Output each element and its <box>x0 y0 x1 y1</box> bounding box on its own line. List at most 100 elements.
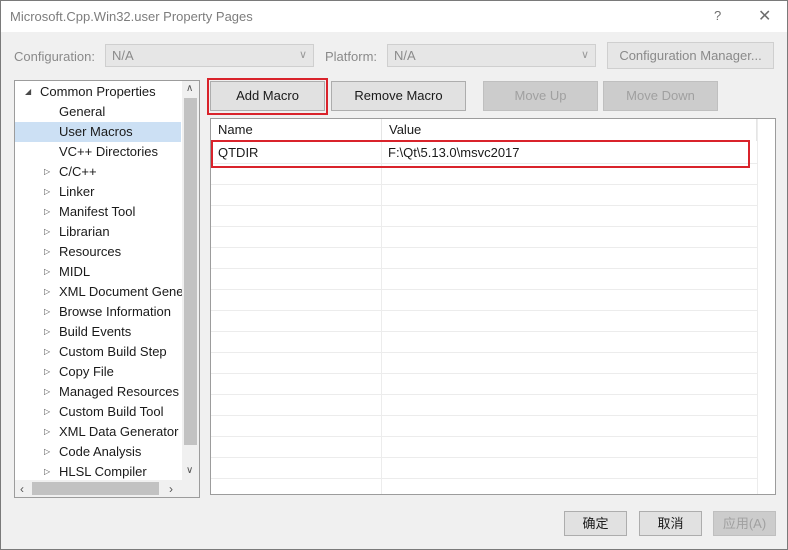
tree-item[interactable]: ▷ MIDL <box>15 262 181 282</box>
table-row[interactable] <box>211 185 757 206</box>
tree-item[interactable]: ▷ Custom Build Tool <box>15 402 181 422</box>
collapsed-arrow-icon[interactable]: ▷ <box>44 282 50 302</box>
tree-item[interactable]: ▷ Librarian <box>15 222 181 242</box>
collapsed-arrow-icon[interactable]: ▷ <box>44 362 50 382</box>
tree-item-label: Browse Information <box>59 304 171 319</box>
collapsed-arrow-icon[interactable]: ▷ <box>44 162 50 182</box>
cancel-button[interactable]: 取消 <box>639 511 702 536</box>
tree-item[interactable]: ▷ Build Events <box>15 322 181 342</box>
tree-item-label: Manifest Tool <box>59 204 136 219</box>
tree-item[interactable]: ▷ HLSL Compiler <box>15 462 181 482</box>
close-button[interactable]: ✕ <box>758 6 771 26</box>
platform-combobox[interactable]: N/A ∨ <box>387 44 596 67</box>
tree-vertical-scroll-thumb[interactable] <box>184 98 197 445</box>
property-tree[interactable]: ◢ Common Properties General User Macros VC++… <box>14 80 200 498</box>
table-row[interactable] <box>211 353 757 374</box>
table-row[interactable] <box>211 479 757 494</box>
collapsed-arrow-icon[interactable]: ▷ <box>44 202 50 222</box>
tree-item[interactable]: ▷ Resources <box>15 242 181 262</box>
collapsed-arrow-icon[interactable]: ▷ <box>44 322 50 342</box>
expanded-arrow-icon[interactable]: ◢ <box>25 82 31 102</box>
property-pages-dialog: Microsoft.Cpp.Win32.user Property Pages … <box>0 0 788 550</box>
tree-item[interactable]: General <box>15 102 181 122</box>
table-row[interactable] <box>211 395 757 416</box>
platform-value: N/A <box>394 48 416 63</box>
macros-grid[interactable]: Name Value QTDIR F:\Qt\5.13.0\msvc2017 <box>210 118 776 495</box>
configuration-value: N/A <box>112 48 134 63</box>
tree-item-label: MIDL <box>59 264 91 279</box>
column-divider <box>757 119 758 494</box>
tree-item[interactable]: VC++ Directories <box>15 142 181 162</box>
collapsed-arrow-icon[interactable]: ▷ <box>44 242 50 262</box>
collapsed-arrow-icon[interactable]: ▷ <box>44 462 50 482</box>
tree-item[interactable]: ◢ Common Properties <box>15 82 181 102</box>
table-row[interactable] <box>211 416 757 437</box>
remove-macro-button[interactable]: Remove Macro <box>331 81 466 111</box>
collapsed-arrow-icon[interactable]: ▷ <box>44 382 50 402</box>
table-row[interactable] <box>211 206 757 227</box>
table-row[interactable] <box>211 437 757 458</box>
tree-item-label: Build Events <box>59 324 132 339</box>
tree-item-label: Custom Build Tool <box>59 404 164 419</box>
tree-item[interactable]: User Macros <box>15 122 181 142</box>
tree-horizontal-scroll-thumb[interactable] <box>32 482 159 495</box>
table-row[interactable] <box>211 311 757 332</box>
ok-button[interactable]: 确定 <box>564 511 627 536</box>
apply-button[interactable]: 应用(A) <box>713 511 776 536</box>
tree-item[interactable]: ▷ Managed Resources <box>15 382 181 402</box>
table-row[interactable] <box>211 458 757 479</box>
window-title: Microsoft.Cpp.Win32.user Property Pages <box>10 9 253 24</box>
configuration-manager-button[interactable]: Configuration Manager... <box>607 42 774 69</box>
scroll-corner <box>182 480 199 497</box>
collapsed-arrow-icon[interactable]: ▷ <box>44 182 50 202</box>
tree-item-label: XML Document Gene <box>59 284 184 299</box>
tree-item-label: Resources <box>59 244 122 259</box>
tree-item-label: User Macros <box>59 124 133 139</box>
chevron-down-icon: ∨ <box>580 49 589 61</box>
help-button[interactable]: ? <box>714 8 721 23</box>
tree-item-label: Managed Resources <box>59 384 179 399</box>
tree-item-label: Code Analysis <box>59 444 142 459</box>
tree-item[interactable]: ▷ XML Data Generator <box>15 422 181 442</box>
move-down-button[interactable]: Move Down <box>603 81 718 111</box>
tree-item-label: General <box>59 104 106 119</box>
scroll-left-icon[interactable]: ‹ <box>20 482 24 496</box>
collapsed-arrow-icon[interactable]: ▷ <box>44 402 50 422</box>
collapsed-arrow-icon[interactable]: ▷ <box>44 302 50 322</box>
tree-item[interactable]: ▷ Browse Information <box>15 302 181 322</box>
tree-item[interactable]: ▷ Linker <box>15 182 181 202</box>
move-up-button[interactable]: Move Up <box>483 81 598 111</box>
table-row[interactable] <box>211 227 757 248</box>
tree-item[interactable]: ▷ Manifest Tool <box>15 202 181 222</box>
collapsed-arrow-icon[interactable]: ▷ <box>44 262 50 282</box>
tree-item[interactable]: ▷ XML Document Gene <box>15 282 184 302</box>
tree-horizontal-scrollbar[interactable]: ‹ › <box>15 480 182 497</box>
column-header-name[interactable]: Name <box>211 119 382 141</box>
table-row[interactable] <box>211 269 757 290</box>
scroll-down-icon[interactable]: ∨ <box>186 465 193 476</box>
table-row[interactable] <box>211 332 757 353</box>
tree-item-label: VC++ Directories <box>59 144 158 159</box>
table-row[interactable] <box>211 248 757 269</box>
scroll-up-icon[interactable]: ∧ <box>186 83 193 94</box>
tree-item-label: Librarian <box>59 224 110 239</box>
collapsed-arrow-icon[interactable]: ▷ <box>44 422 50 442</box>
title-bar: Microsoft.Cpp.Win32.user Property Pages … <box>1 1 787 32</box>
tree-item-label: Common Properties <box>40 84 156 99</box>
tree-item[interactable]: ▷ C/C++ <box>15 162 181 182</box>
configuration-combobox[interactable]: N/A ∨ <box>105 44 314 67</box>
column-header-value[interactable]: Value <box>382 119 757 141</box>
tree-item[interactable]: ▷ Copy File <box>15 362 181 382</box>
collapsed-arrow-icon[interactable]: ▷ <box>44 342 50 362</box>
tree-item[interactable]: ▷ Code Analysis <box>15 442 181 462</box>
collapsed-arrow-icon[interactable]: ▷ <box>44 222 50 242</box>
tree-item-label: Custom Build Step <box>59 344 167 359</box>
tree-item[interactable]: ▷ Custom Build Step <box>15 342 181 362</box>
scroll-right-icon[interactable]: › <box>169 482 173 496</box>
tree-vertical-scrollbar[interactable]: ∧ ∨ <box>182 81 199 480</box>
add-macro-highlight <box>207 78 328 115</box>
table-row[interactable] <box>211 290 757 311</box>
collapsed-arrow-icon[interactable]: ▷ <box>44 442 50 462</box>
tree-item-label: HLSL Compiler <box>59 464 147 479</box>
table-row[interactable] <box>211 374 757 395</box>
